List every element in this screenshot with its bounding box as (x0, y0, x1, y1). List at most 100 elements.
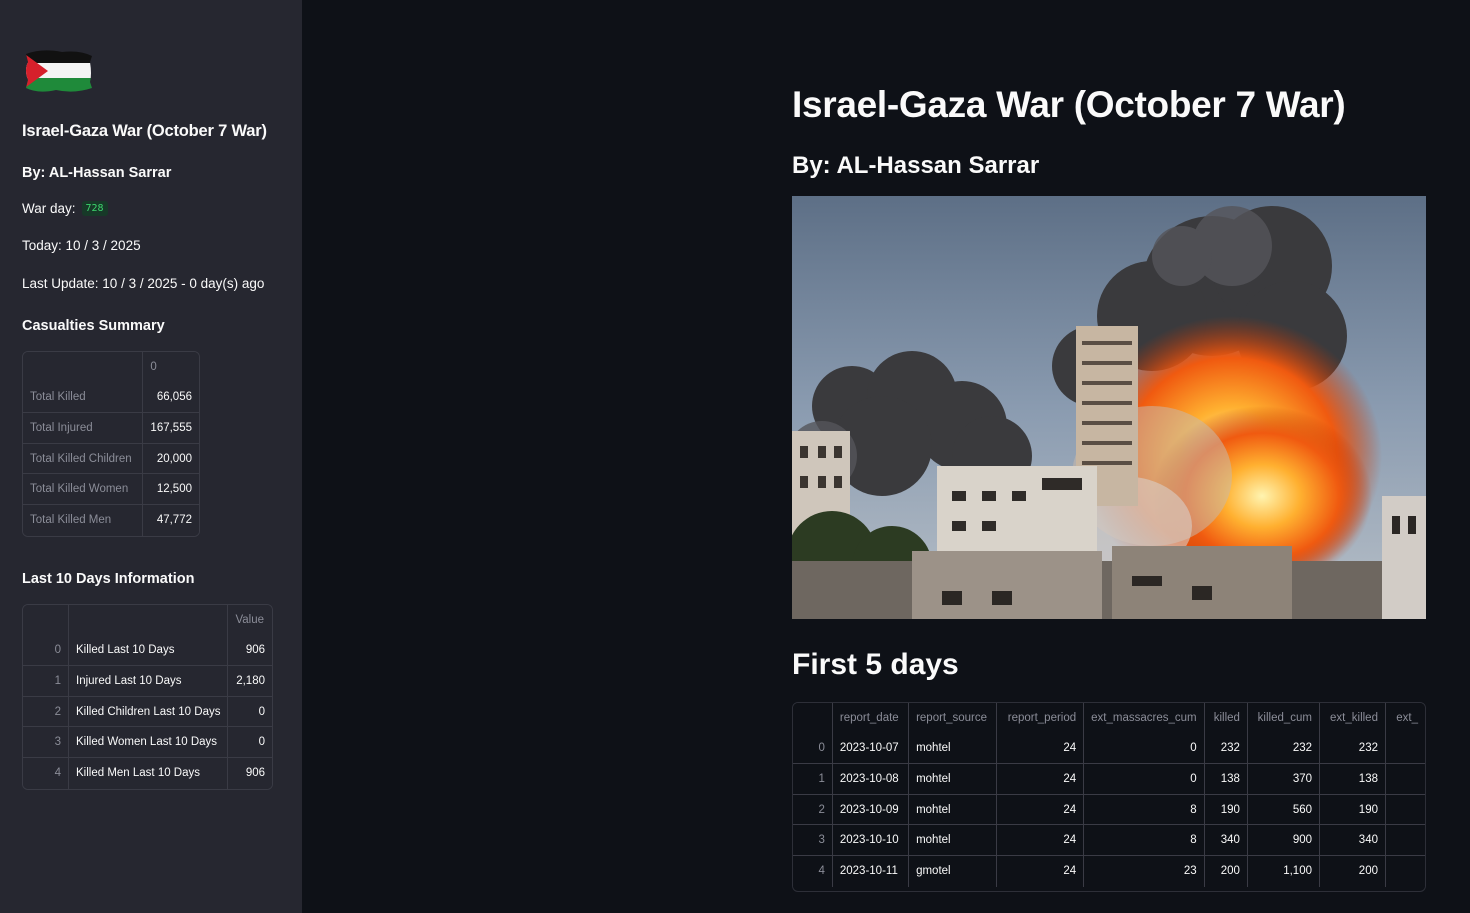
app: Israel-Gaza War (October 7 War) By: AL-H… (0, 0, 1470, 913)
cell-killed[interactable]: 138 (1204, 764, 1248, 795)
cell-killed[interactable]: 232 (1204, 733, 1248, 765)
cell-killed-cum[interactable]: 232 (1247, 733, 1320, 765)
column-header-ext[interactable]: ext_ (1385, 703, 1425, 734)
cell-killed[interactable]: 190 (1204, 794, 1248, 826)
cell-ext-killed[interactable]: 190 (1320, 794, 1386, 826)
column-header-ext-killed[interactable]: ext_killed (1320, 703, 1386, 734)
cell-killed[interactable]: 200 (1204, 855, 1248, 887)
row-label-cell: Total Killed Men (23, 504, 144, 536)
cell-report-source[interactable]: mohtel (909, 794, 998, 826)
war-day-row: War day: 728 (22, 201, 108, 216)
row-index-cell: 2 (23, 696, 69, 728)
last-update: Last Update: 10 / 3 / 2025 - 0 day(s) ag… (22, 276, 265, 291)
cell-ext[interactable] (1385, 764, 1425, 795)
casualties-table[interactable]: 0 Total Killed 66,056 Total Injured 167,555… (22, 351, 200, 537)
cell-report-period[interactable]: 24 (997, 764, 1085, 795)
value-cell[interactable]: 906 (228, 757, 272, 789)
last10-table[interactable]: Value 0 Killed Last 10 Days 906 1 Injured La… (22, 604, 273, 790)
table-row: 2 2023-10-09 mohtel 24 8 190 560 190 (793, 794, 1425, 826)
cell-killed[interactable]: 340 (1204, 825, 1248, 856)
row-index-cell: 4 (793, 855, 833, 887)
cell-report-period[interactable]: 24 (997, 825, 1085, 856)
cell-report-date[interactable]: 2023-10-10 (832, 825, 910, 856)
column-header[interactable]: Value (228, 605, 272, 636)
value-cell[interactable]: 167,555 (143, 413, 199, 444)
war-day-badge: 728 (81, 201, 108, 216)
column-header-ext-massacres-cum[interactable]: ext_massacres_cum (1084, 703, 1205, 734)
column-header-report-date[interactable]: report_date (832, 703, 910, 734)
table-row: Total Killed Women 12,500 (23, 474, 199, 505)
cell-ext-massacres-cum[interactable]: 23 (1084, 855, 1205, 887)
sidebar: Israel-Gaza War (October 7 War) By: AL-H… (0, 0, 302, 913)
cell-killed-cum[interactable]: 900 (1247, 825, 1320, 856)
cell-report-period[interactable]: 24 (997, 794, 1085, 826)
column-header-report-period[interactable]: report_period (997, 703, 1085, 734)
cell-report-source[interactable]: gmotel (909, 855, 998, 887)
casualties-heading: Casualties Summary (22, 318, 165, 334)
row-index-cell: 2 (793, 794, 833, 826)
row-label-cell: Total Killed (23, 382, 144, 414)
value-cell[interactable]: 0 (228, 727, 272, 758)
row-label-cell[interactable]: Killed Men Last 10 Days (69, 757, 229, 789)
cell-killed-cum[interactable]: 1,100 (1247, 855, 1320, 887)
cell-report-source[interactable]: mohtel (909, 733, 998, 765)
first5-table-container[interactable]: report_date report_source report_period ext… (792, 702, 1426, 892)
cell-ext[interactable] (1385, 855, 1425, 887)
value-cell[interactable]: 20,000 (143, 443, 199, 475)
row-label-cell[interactable]: Killed Last 10 Days (69, 635, 229, 667)
first5-heading: First 5 days (792, 648, 959, 681)
row-label-cell[interactable]: Killed Women Last 10 Days (69, 727, 229, 758)
sidebar-author: By: AL-Hassan Sarrar (22, 165, 172, 181)
cell-ext-massacres-cum[interactable]: 0 (1084, 764, 1205, 795)
cell-report-period[interactable]: 24 (997, 733, 1085, 765)
cell-ext-killed[interactable]: 138 (1320, 764, 1386, 795)
palestine-flag-icon (26, 50, 92, 92)
value-cell[interactable]: 12,500 (143, 474, 199, 505)
column-header-report-source[interactable]: report_source (909, 703, 998, 734)
header-label-cell (69, 605, 229, 636)
table-row: 0 Killed Last 10 Days 906 (23, 635, 272, 667)
value-cell[interactable]: 2,180 (228, 666, 272, 697)
column-header-killed-cum[interactable]: killed_cum (1247, 703, 1320, 734)
table-row: 4 2023-10-11 gmotel 24 23 200 1,100 200 (793, 855, 1425, 887)
value-cell[interactable]: 0 (228, 696, 272, 728)
value-cell[interactable]: 66,056 (143, 382, 199, 414)
last10-heading: Last 10 Days Information (22, 571, 195, 587)
cell-report-date[interactable]: 2023-10-08 (832, 764, 910, 795)
row-index-cell: 1 (23, 666, 69, 697)
cell-report-source[interactable]: mohtel (909, 764, 998, 795)
first5-table[interactable]: report_date report_source report_period ext… (793, 703, 1425, 887)
row-index-cell: 4 (23, 757, 69, 789)
cell-killed-cum[interactable]: 560 (1247, 794, 1320, 826)
row-label-cell: Total Killed Women (23, 474, 144, 505)
cell-ext-killed[interactable]: 232 (1320, 733, 1386, 765)
cell-report-date[interactable]: 2023-10-09 (832, 794, 910, 826)
cell-report-date[interactable]: 2023-10-11 (832, 855, 910, 887)
value-cell[interactable]: 906 (228, 635, 272, 667)
cell-ext[interactable] (1385, 825, 1425, 856)
column-header[interactable]: 0 (143, 352, 199, 383)
table-row: 1 Injured Last 10 Days 2,180 (23, 666, 272, 697)
cell-ext-killed[interactable]: 340 (1320, 825, 1386, 856)
row-label-cell: Total Injured (23, 413, 144, 444)
cell-report-period[interactable]: 24 (997, 855, 1085, 887)
column-header-killed[interactable]: killed (1204, 703, 1248, 734)
header-index-cell (23, 352, 144, 383)
explosion-photo (792, 196, 1426, 619)
cell-ext-killed[interactable]: 200 (1320, 855, 1386, 887)
row-label-cell[interactable]: Injured Last 10 Days (69, 666, 229, 697)
cell-ext-massacres-cum[interactable]: 8 (1084, 825, 1205, 856)
cell-report-source[interactable]: mohtel (909, 825, 998, 856)
row-label-cell[interactable]: Killed Children Last 10 Days (69, 696, 229, 728)
cell-ext-massacres-cum[interactable]: 8 (1084, 794, 1205, 826)
cell-ext[interactable] (1385, 794, 1425, 826)
row-index-cell: 1 (793, 764, 833, 795)
cell-killed-cum[interactable]: 370 (1247, 764, 1320, 795)
cell-report-date[interactable]: 2023-10-07 (832, 733, 910, 765)
table-row: 3 Killed Women Last 10 Days 0 (23, 727, 272, 758)
cell-ext-massacres-cum[interactable]: 0 (1084, 733, 1205, 765)
value-cell[interactable]: 47,772 (143, 504, 199, 536)
war-day-label: War day: (22, 201, 76, 216)
table-row: Total Killed 66,056 (23, 382, 199, 414)
cell-ext[interactable] (1385, 733, 1425, 765)
